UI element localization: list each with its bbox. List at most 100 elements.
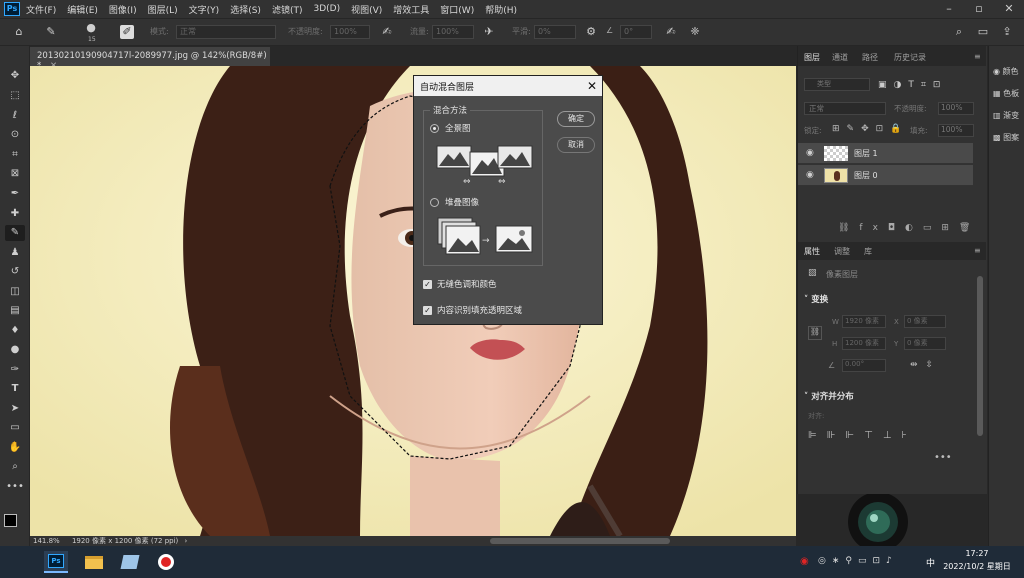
- layer-actions-icons[interactable]: ⛓fx◘◐▭⊞🗑: [838, 223, 980, 233]
- move-tool-icon[interactable]: ✥: [5, 68, 25, 84]
- marquee-tool-icon[interactable]: ⬚: [5, 88, 25, 104]
- stamp-tool-icon[interactable]: ♟: [5, 245, 25, 261]
- menu-help[interactable]: 帮助(H): [485, 3, 517, 16]
- align-icons[interactable]: ⊫⊪⊩⊤⊥⊦: [808, 430, 917, 441]
- lasso-tool-icon[interactable]: ℓ: [5, 108, 25, 124]
- menu-select[interactable]: 选择(S): [230, 3, 261, 16]
- x-input[interactable]: 0 像素: [904, 315, 946, 328]
- menu-view[interactable]: 视图(V): [351, 3, 382, 16]
- fill-input[interactable]: 100%: [938, 124, 974, 137]
- stack-images-label[interactable]: 堆叠图像: [445, 196, 479, 208]
- menu-edit[interactable]: 编辑(E): [67, 3, 98, 16]
- transform-title[interactable]: ˅ 变换: [804, 293, 828, 305]
- menu-layer[interactable]: 图层(L): [148, 3, 178, 16]
- minimize-icon[interactable]: –: [934, 0, 964, 18]
- blend-mode-select[interactable]: 正常: [804, 102, 886, 115]
- app-taskbar-icon[interactable]: [118, 551, 142, 573]
- share-icon[interactable]: ⇪: [1000, 25, 1014, 39]
- menu-file[interactable]: 文件(F): [26, 3, 56, 16]
- layer-opacity-input[interactable]: 100%: [938, 102, 974, 115]
- close-icon[interactable]: ✕: [994, 0, 1024, 18]
- content-aware-fill-label[interactable]: 内容识别填充透明区域: [437, 304, 522, 316]
- layer-row[interactable]: ◉ 图层 1: [798, 143, 973, 164]
- symmetry-icon[interactable]: ❈: [688, 25, 702, 39]
- panel-menu-icon[interactable]: ≡: [974, 52, 981, 61]
- photoshop-logo-icon[interactable]: Ps: [4, 2, 20, 16]
- brush-tool-icon[interactable]: ✎: [5, 225, 25, 241]
- workspace-icon[interactable]: ▭: [976, 25, 990, 39]
- panorama-radio[interactable]: [430, 124, 439, 133]
- crop-tool-icon[interactable]: ⌗: [5, 147, 25, 163]
- layer-row[interactable]: ◉ 图层 0: [798, 165, 973, 186]
- flip-icons[interactable]: ⇹⇳: [910, 360, 941, 370]
- eye-icon[interactable]: ◉: [806, 170, 814, 180]
- pressure-size-icon[interactable]: ✍: [664, 25, 678, 39]
- seamless-tones-checkbox[interactable]: ✓: [423, 280, 432, 289]
- file-explorer-icon[interactable]: [82, 551, 106, 573]
- path-select-icon[interactable]: ➤: [5, 401, 25, 417]
- hand-tool-icon[interactable]: ✋: [5, 440, 25, 456]
- tab-layers[interactable]: 图层: [804, 52, 820, 63]
- tray-icons[interactable]: ◎∗⚲▭⊡♪: [818, 556, 898, 566]
- layer-filter-select[interactable]: 类型: [804, 78, 870, 91]
- eraser-tool-icon[interactable]: ◫: [5, 284, 25, 300]
- document-tab[interactable]: 20130210190904717l-2089977.jpg @ 142%(RG…: [30, 47, 270, 71]
- brush-preset-icon[interactable]: ●: [84, 21, 98, 35]
- w-input[interactable]: 1920 像素: [842, 315, 886, 328]
- pressure-opacity-icon[interactable]: ✍: [380, 25, 394, 39]
- airbrush-icon[interactable]: ✈: [482, 25, 496, 39]
- quick-select-tool-icon[interactable]: ⊙: [5, 127, 25, 143]
- frame-tool-icon[interactable]: ⊠: [5, 166, 25, 182]
- home-icon[interactable]: ⌂: [12, 25, 26, 39]
- zoom-level[interactable]: 141.8%: [33, 537, 60, 545]
- panel-scrollbar[interactable]: [977, 276, 983, 436]
- lock-icons[interactable]: ⊞✎✥⊡🔒: [832, 124, 908, 134]
- search-icon[interactable]: ⌕: [952, 25, 966, 39]
- eyedropper-tool-icon[interactable]: ✒: [5, 186, 25, 202]
- document-info[interactable]: 1920 像素 x 1200 像素 (72 ppi): [72, 537, 178, 545]
- menu-plugins[interactable]: 增效工具: [393, 3, 429, 16]
- menu-3d[interactable]: 3D(D): [313, 4, 340, 14]
- pen-tool-icon[interactable]: ✑: [5, 362, 25, 378]
- menu-image[interactable]: 图像(I): [109, 3, 137, 16]
- dialog-close-icon[interactable]: ✕: [584, 78, 600, 94]
- link-icon[interactable]: ⛓: [808, 326, 822, 340]
- taskbar-clock[interactable]: 17:27 2022/10/2 星期日: [930, 549, 1024, 572]
- gear-icon[interactable]: ⚙: [584, 25, 598, 39]
- brush-settings-icon[interactable]: ✐: [120, 25, 134, 39]
- panel-menu-icon[interactable]: ≡: [974, 246, 981, 255]
- zoom-tool-icon[interactable]: ⌕: [5, 459, 25, 475]
- tab-properties[interactable]: 属性: [804, 246, 820, 257]
- type-tool-icon[interactable]: T: [5, 381, 25, 397]
- color-panel-button[interactable]: ◉ 颜色: [993, 66, 1019, 77]
- flow-input[interactable]: 100%: [432, 25, 474, 39]
- ok-button[interactable]: 确定: [557, 111, 595, 127]
- healing-tool-icon[interactable]: ✚: [5, 206, 25, 222]
- cancel-button[interactable]: 取消: [557, 137, 595, 153]
- seamless-tones-label[interactable]: 无缝色调和颜色: [437, 278, 497, 290]
- gradients-panel-button[interactable]: ▥ 渐变: [993, 110, 1019, 121]
- content-aware-fill-checkbox[interactable]: ✓: [423, 306, 432, 315]
- history-brush-icon[interactable]: ↺: [5, 264, 25, 280]
- more-tools-icon[interactable]: •••: [5, 479, 25, 495]
- tab-history[interactable]: 历史记录: [894, 52, 926, 63]
- mode-select[interactable]: 正常: [176, 25, 276, 39]
- blur-tool-icon[interactable]: ♦: [5, 323, 25, 339]
- chevron-right-icon[interactable]: ›: [185, 537, 188, 545]
- horizontal-scrollbar[interactable]: [490, 538, 670, 544]
- foreground-color-swatch[interactable]: [4, 514, 17, 527]
- menu-window[interactable]: 窗口(W): [440, 3, 474, 16]
- h-input[interactable]: 1200 像素: [842, 337, 886, 350]
- opacity-input[interactable]: 100%: [330, 25, 370, 39]
- y-input[interactable]: 0 像素: [904, 337, 946, 350]
- smooth-input[interactable]: 0%: [534, 25, 576, 39]
- more-icon[interactable]: •••: [934, 452, 952, 463]
- maximize-icon[interactable]: ▫: [964, 0, 994, 18]
- brush-tool-icon[interactable]: ✎: [44, 25, 58, 39]
- align-title[interactable]: ˅ 对齐并分布: [804, 390, 854, 402]
- eye-icon[interactable]: ◉: [806, 148, 814, 158]
- layer-filter-icons[interactable]: ▣◑T⌗⊡: [878, 80, 947, 90]
- angle-input[interactable]: 0°: [620, 25, 652, 39]
- layer-name[interactable]: 图层 1: [854, 148, 878, 159]
- panorama-label[interactable]: 全景图: [445, 122, 471, 134]
